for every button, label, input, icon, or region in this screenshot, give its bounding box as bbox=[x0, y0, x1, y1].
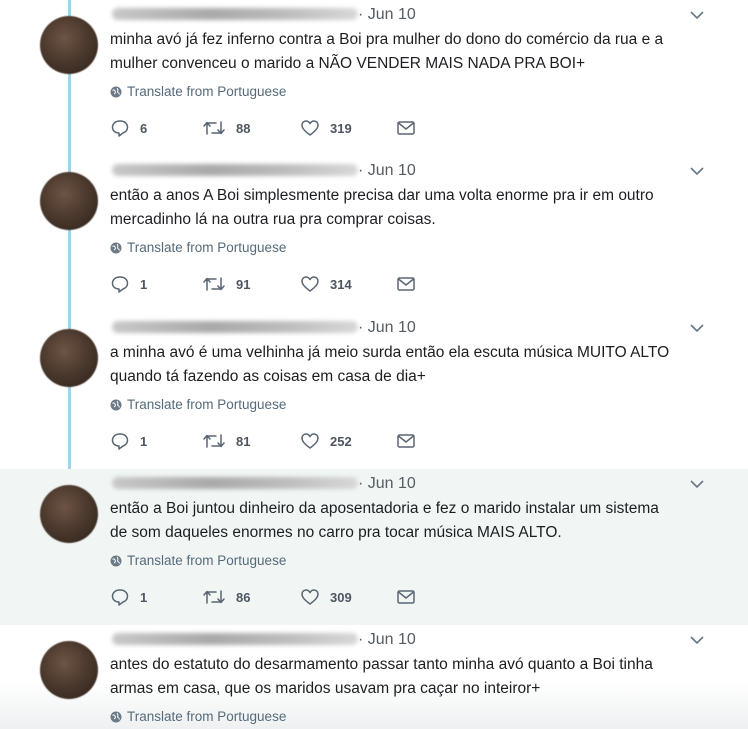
blurred-username bbox=[112, 8, 358, 20]
chevron-down-icon[interactable] bbox=[688, 8, 706, 22]
reply-button[interactable]: 1 bbox=[110, 585, 147, 609]
direct-message-button[interactable] bbox=[396, 429, 416, 453]
heart-icon bbox=[301, 276, 319, 292]
globe-icon bbox=[110, 399, 122, 410]
tweet-date[interactable]: · Jun 10 bbox=[358, 475, 416, 493]
tweet-actions: 6 88 319 bbox=[110, 116, 430, 140]
avatar[interactable] bbox=[40, 641, 98, 699]
like-count: 309 bbox=[330, 589, 352, 605]
reply-button[interactable]: 1 bbox=[110, 429, 147, 453]
tweet-date[interactable]: · Jun 10 bbox=[358, 319, 416, 337]
retweet-count: 86 bbox=[236, 589, 251, 605]
blurred-username bbox=[112, 633, 358, 645]
tweet-date[interactable]: · Jun 10 bbox=[358, 6, 416, 24]
heart-icon bbox=[301, 120, 319, 136]
avatar[interactable] bbox=[40, 329, 98, 387]
translate-label: Translate from Portuguese bbox=[127, 553, 287, 568]
reply-count: 6 bbox=[140, 120, 148, 136]
translate-link[interactable]: Translate from Portuguese bbox=[110, 84, 286, 99]
like-button[interactable]: 309 bbox=[300, 585, 352, 609]
like-count: 319 bbox=[330, 120, 352, 136]
translate-link[interactable]: Translate from Portuguese bbox=[110, 240, 286, 255]
translate-label: Translate from Portuguese bbox=[127, 397, 287, 412]
heart-icon bbox=[301, 433, 319, 449]
reply-icon bbox=[111, 433, 129, 450]
like-button[interactable]: 319 bbox=[300, 116, 352, 140]
globe-icon bbox=[110, 242, 122, 253]
tweet-text: a minha avó é uma velhinha já meio surda… bbox=[110, 344, 670, 385]
tweet-actions: 1 81 252 bbox=[110, 429, 430, 453]
tweet-actions: 1 91 314 bbox=[110, 272, 430, 296]
like-count: 314 bbox=[330, 276, 352, 292]
reply-count: 1 bbox=[140, 433, 148, 449]
envelope-icon bbox=[397, 590, 415, 604]
translate-link[interactable]: Translate from Portuguese bbox=[110, 553, 286, 568]
avatar[interactable] bbox=[40, 16, 98, 74]
reply-button[interactable]: 1 bbox=[110, 272, 147, 296]
globe-icon bbox=[110, 711, 122, 722]
reply-button[interactable]: 6 bbox=[110, 116, 147, 140]
reply-icon bbox=[111, 120, 129, 137]
retweet-icon bbox=[203, 121, 225, 135]
translate-label: Translate from Portuguese bbox=[127, 709, 287, 724]
retweet-icon bbox=[203, 590, 225, 604]
blurred-username bbox=[112, 321, 358, 333]
retweet-button[interactable]: 91 bbox=[202, 272, 250, 296]
translate-label: Translate from Portuguese bbox=[127, 84, 287, 99]
tweet[interactable]: · Jun 10 antes do estatuto do desarmamen… bbox=[0, 625, 748, 729]
avatar[interactable] bbox=[40, 485, 98, 543]
tweet-text: minha avó já fez inferno contra a Boi pr… bbox=[110, 31, 664, 72]
translate-link[interactable]: Translate from Portuguese bbox=[110, 709, 286, 724]
envelope-icon bbox=[397, 434, 415, 448]
blurred-username bbox=[112, 477, 358, 489]
reply-icon bbox=[111, 276, 129, 293]
like-count: 252 bbox=[330, 433, 352, 449]
heart-icon bbox=[301, 589, 319, 605]
envelope-icon bbox=[397, 277, 415, 291]
tweet-date[interactable]: · Jun 10 bbox=[358, 162, 416, 180]
translate-label: Translate from Portuguese bbox=[127, 240, 287, 255]
tweet-text: então a Boi juntou dinheiro da aposentad… bbox=[110, 500, 659, 541]
reply-count: 1 bbox=[140, 276, 148, 292]
tweet[interactable]: · Jun 10 a minha avó é uma velhinha já m… bbox=[0, 313, 748, 469]
reply-count: 1 bbox=[140, 589, 148, 605]
direct-message-button[interactable] bbox=[396, 272, 416, 296]
blurred-username bbox=[112, 164, 358, 176]
direct-message-button[interactable] bbox=[396, 116, 416, 140]
direct-message-button[interactable] bbox=[396, 585, 416, 609]
avatar[interactable] bbox=[40, 172, 98, 230]
tweet-text: então a anos A Boi simplesmente precisa … bbox=[110, 187, 654, 228]
tweet-actions: 1 86 309 bbox=[110, 585, 430, 609]
retweet-button[interactable]: 81 bbox=[202, 429, 250, 453]
retweet-count: 88 bbox=[236, 120, 251, 136]
like-button[interactable]: 252 bbox=[300, 429, 352, 453]
tweet[interactable]: · Jun 10 então a Boi juntou dinheiro da … bbox=[0, 469, 748, 625]
chevron-down-icon[interactable] bbox=[688, 477, 706, 491]
globe-icon bbox=[110, 86, 122, 97]
tweet[interactable]: · Jun 10 minha avó já fez inferno contra… bbox=[0, 0, 748, 156]
retweet-icon bbox=[203, 277, 225, 291]
retweet-button[interactable]: 88 bbox=[202, 116, 250, 140]
reply-icon bbox=[111, 589, 129, 606]
like-button[interactable]: 314 bbox=[300, 272, 352, 296]
retweet-count: 81 bbox=[236, 433, 251, 449]
retweet-count: 91 bbox=[236, 276, 251, 292]
translate-link[interactable]: Translate from Portuguese bbox=[110, 397, 286, 412]
tweet-text: antes do estatuto do desarmamento passar… bbox=[110, 656, 653, 697]
chevron-down-icon[interactable] bbox=[688, 164, 706, 178]
tweet[interactable]: · Jun 10 então a anos A Boi simplesmente… bbox=[0, 156, 748, 312]
retweet-button[interactable]: 86 bbox=[202, 585, 250, 609]
chevron-down-icon[interactable] bbox=[688, 633, 706, 647]
retweet-icon bbox=[203, 434, 225, 448]
envelope-icon bbox=[397, 121, 415, 135]
globe-icon bbox=[110, 555, 122, 566]
chevron-down-icon[interactable] bbox=[688, 321, 706, 335]
tweet-date[interactable]: · Jun 10 bbox=[358, 631, 416, 649]
